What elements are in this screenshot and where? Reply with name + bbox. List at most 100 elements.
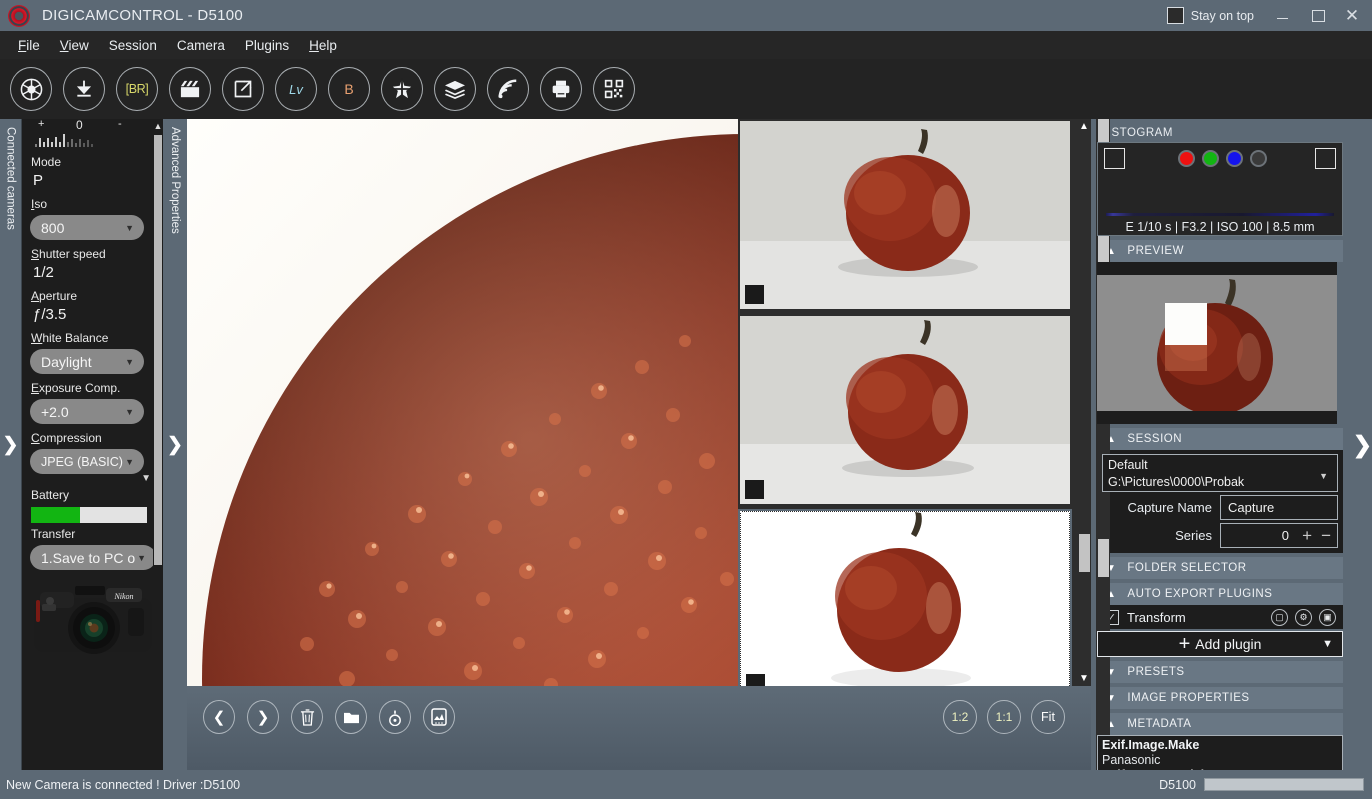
iso-combo[interactable]: 800 ▼ (30, 215, 144, 240)
blue-channel-toggle[interactable] (1226, 150, 1243, 167)
minimize-button[interactable] (1264, 0, 1300, 31)
timelapse-button[interactable] (169, 67, 211, 111)
section-title-preview: PREVIEW (1127, 245, 1184, 257)
series-stepper[interactable]: 0 + − (1220, 523, 1338, 548)
main-image[interactable] (187, 119, 747, 715)
luma-channel-toggle[interactable] (1250, 150, 1267, 167)
chevron-down-icon[interactable]: ▼ (1322, 638, 1333, 650)
scroll-thumb[interactable] (1079, 534, 1090, 572)
qrcode-button[interactable] (593, 67, 635, 111)
menu-item-plugins[interactable]: Plugins (235, 34, 299, 57)
status-progress-bar (1204, 778, 1364, 791)
section-header-image-properties[interactable]: ▼ IMAGE PROPERTIES (1097, 687, 1343, 709)
shutter-speed-label: Shutter speed (22, 243, 163, 263)
section-header-metadata[interactable]: ▲ METADATA (1097, 713, 1343, 735)
close-button[interactable]: ✕ (1336, 0, 1372, 31)
zoom-fit-button[interactable]: Fit (1031, 700, 1065, 734)
histogram-display[interactable]: E 1/10 s | F3.2 | ISO 100 | 8.5 mm (1097, 142, 1343, 236)
scroll-up-icon[interactable]: ▲ (153, 121, 163, 131)
green-channel-toggle[interactable] (1202, 150, 1219, 167)
menu-item-file[interactable]: File (8, 34, 50, 57)
plugin-row-transform: ✓ Transform ▢ ⚙ ▣ (1097, 605, 1343, 629)
maximize-button[interactable] (1300, 0, 1336, 31)
red-channel-toggle[interactable] (1178, 150, 1195, 167)
add-plugin-button[interactable]: + Add plugin ▼ (1097, 631, 1343, 657)
camera-panel-scrollbar[interactable]: ▲ (153, 119, 163, 770)
series-row: Series 0 + − (1102, 523, 1338, 548)
section-header-preview[interactable]: ▲ PREVIEW (1097, 240, 1343, 262)
transfer-value: 1.Save to PC o (41, 550, 135, 566)
session-selector[interactable]: Default G:\Pictures\0000\Probak ▼ (1102, 454, 1338, 492)
thumbnail-2[interactable] (740, 316, 1070, 504)
liveview-button[interactable]: Lv (275, 67, 317, 111)
compression-combo[interactable]: JPEG (BASIC) ▼ (30, 449, 144, 474)
zoom-actual-button[interactable]: 1:1 (987, 700, 1021, 734)
exposure-meter: + 0 - (22, 119, 163, 151)
print-button[interactable] (540, 67, 582, 111)
capture-button[interactable] (10, 67, 52, 111)
series-decrement-button[interactable]: − (1321, 527, 1331, 544)
app-logo-icon (8, 5, 30, 27)
burn-disc-button[interactable] (379, 700, 411, 734)
menu-item-session[interactable]: Session (99, 34, 167, 57)
image-properties-button[interactable] (423, 700, 455, 734)
section-header-folder-selector[interactable]: ▼ FOLDER SELECTOR (1097, 557, 1343, 579)
series-increment-button[interactable]: + (1302, 527, 1312, 544)
status-bar: New Camera is connected ! Driver :D5100 … (0, 770, 1372, 799)
thumbnail-1[interactable] (740, 121, 1070, 309)
section-header-auto-export[interactable]: ▲ AUTO EXPORT PLUGINS (1097, 583, 1343, 605)
next-image-button[interactable]: ❯ (247, 700, 279, 734)
capture-name-input[interactable]: Capture (1220, 495, 1338, 520)
delete-plugin-icon[interactable]: ▢ (1271, 609, 1288, 626)
section-title-folder-selector: FOLDER SELECTOR (1127, 562, 1246, 574)
delete-image-button[interactable] (291, 700, 323, 734)
section-title-presets: PRESETS (1127, 666, 1184, 678)
sidebar-tab-connected-cameras[interactable]: Connected cameras ❯ (0, 119, 22, 770)
preview-image[interactable] (1097, 262, 1337, 424)
sidebar-tab-advanced-properties[interactable]: Advanced Properties ❯ (163, 119, 187, 770)
scroll-thumb[interactable] (154, 135, 162, 565)
thumbnail-3[interactable] (740, 511, 1070, 699)
scroll-thumb[interactable] (1098, 539, 1109, 577)
metadata-value-0: Panasonic (1102, 753, 1338, 768)
menu-item-camera[interactable]: Camera (167, 34, 235, 57)
stay-on-top-checkbox[interactable] (1167, 7, 1184, 24)
collapse-right-panel-button[interactable]: ❯ (1353, 431, 1372, 458)
stack-button[interactable] (434, 67, 476, 111)
scroll-down-icon[interactable]: ▼ (1077, 673, 1091, 684)
viewer-toolbar: ❮ ❯ 1:2 1:1 Fit (187, 686, 1091, 770)
menu-item-help[interactable]: Help (299, 34, 347, 57)
open-folder-button[interactable] (335, 700, 367, 734)
svg-text:Nikon: Nikon (113, 592, 133, 601)
zoom-half-button[interactable]: 1:2 (943, 700, 977, 734)
previous-image-button[interactable]: ❮ (203, 700, 235, 734)
white-balance-combo[interactable]: Daylight ▼ (30, 349, 144, 374)
wireless-button[interactable] (487, 67, 529, 111)
camera-thumbnail-image: Nikon (28, 578, 158, 674)
download-button[interactable] (63, 67, 105, 111)
preview-plugin-icon[interactable]: ▣ (1319, 609, 1336, 626)
plugin-actions: ▢ ⚙ ▣ (1271, 609, 1343, 626)
chevron-down-icon: ▼ (125, 457, 134, 467)
thumbnail-scrollbar[interactable]: ▲ ▼ (1077, 119, 1091, 686)
bulb-button[interactable]: B (328, 67, 370, 111)
panel-more-icon[interactable]: ▼ (22, 473, 163, 484)
histogram-highlight-clip-box[interactable] (1315, 148, 1336, 169)
histogram-shadow-clip-box[interactable] (1104, 148, 1125, 169)
scroll-up-icon[interactable]: ▲ (1077, 121, 1091, 132)
title-bar-controls: Stay on top ✕ (1167, 0, 1372, 31)
section-header-session[interactable]: ▲ SESSION (1097, 428, 1343, 450)
exposure-comp-combo[interactable]: +2.0 ▼ (30, 399, 144, 424)
menu-item-view[interactable]: View (50, 34, 99, 57)
astro-button[interactable] (381, 67, 423, 111)
bracketing-button[interactable]: [BR] (116, 67, 158, 111)
transfer-combo[interactable]: 1.Save to PC o ▼ (30, 545, 156, 570)
settings-plugin-icon[interactable]: ⚙ (1295, 609, 1312, 626)
histogram-curve (1106, 213, 1334, 216)
transfer-label: Transfer (22, 523, 163, 543)
advanced-properties-label: Advanced Properties (169, 119, 181, 234)
chevron-right-icon[interactable]: ❯ (3, 433, 19, 456)
section-header-presets[interactable]: ▼ PRESETS (1097, 661, 1343, 683)
chevron-right-icon[interactable]: ❯ (167, 433, 183, 456)
external-button[interactable] (222, 67, 264, 111)
